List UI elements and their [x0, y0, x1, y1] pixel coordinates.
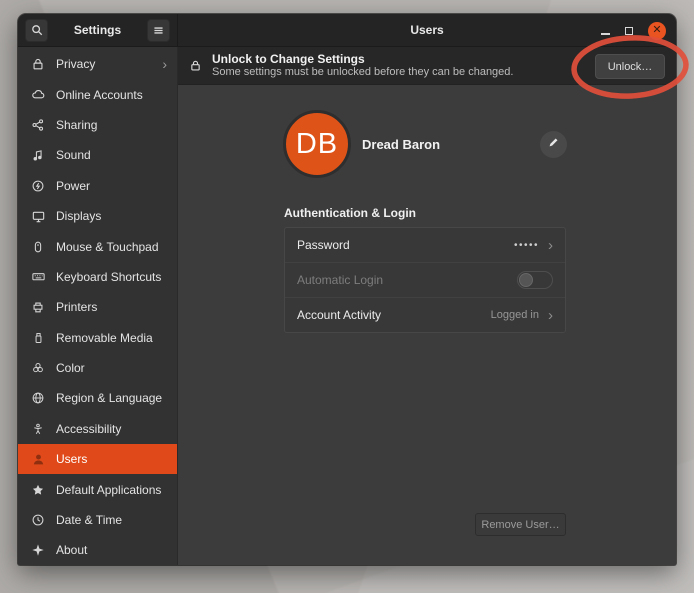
about-icon: [30, 542, 46, 558]
sidebar-item-about[interactable]: About: [18, 535, 177, 565]
headerbar: Settings Users ✕: [18, 14, 676, 47]
users-icon: [30, 451, 46, 467]
sidebar-item-users[interactable]: Users: [18, 444, 177, 474]
sidebar-item-accessibility[interactable]: Accessibility: [18, 414, 177, 444]
search-icon: [30, 23, 44, 37]
user-name: Dread Baron: [362, 137, 440, 152]
accessibility-icon: [30, 421, 46, 437]
sidebar-item-label: Accessibility: [56, 422, 167, 436]
sidebar-item-label: Removable Media: [56, 331, 167, 345]
row-accessory: Logged in ›: [491, 308, 553, 323]
sidebar-item-label: Sound: [56, 148, 167, 162]
maximize-button[interactable]: [625, 27, 633, 35]
sidebar: Privacy› Online Accounts Sharing Sound Power…: [18, 47, 178, 565]
row-value: •••••: [514, 240, 539, 251]
edit-name-button[interactable]: [540, 131, 567, 158]
auth-card: Password ••••• › Automatic Login Account Act…: [284, 227, 566, 333]
sidebar-item-label: Mouse & Touchpad: [56, 240, 167, 254]
display-icon: [30, 208, 46, 224]
sidebar-item-date-time[interactable]: Date & Time: [18, 505, 177, 535]
avatar: DB: [283, 110, 351, 178]
sidebar-item-label: Online Accounts: [56, 88, 167, 102]
row-label: Password: [297, 238, 350, 252]
sidebar-item-power[interactable]: Power: [18, 171, 177, 201]
toggle-knob: [519, 273, 533, 287]
star-icon: [30, 482, 46, 498]
printer-icon: [30, 299, 46, 315]
sidebar-item-displays[interactable]: Displays: [18, 201, 177, 231]
chevron-right-icon: ›: [548, 308, 553, 323]
sidebar-item-label: Users: [56, 452, 167, 466]
row-value: Logged in: [491, 309, 539, 321]
avatar-initials: DB: [296, 128, 338, 161]
row-label: Account Activity: [297, 308, 381, 322]
banner-subtitle: Some settings must be unlocked before th…: [212, 66, 513, 79]
close-icon: ✕: [652, 25, 661, 36]
row-accessory: ••••• ›: [514, 238, 553, 253]
auth-row-automatic-login: Automatic Login: [285, 263, 565, 298]
sidebar-list: Privacy› Online Accounts Sharing Sound Power…: [18, 49, 177, 565]
app-title: Settings: [74, 23, 121, 37]
share-icon: [30, 117, 46, 133]
sidebar-item-label: Displays: [56, 209, 167, 223]
menu-button[interactable]: [147, 19, 170, 42]
usb-icon: [30, 330, 46, 346]
lock-icon: [189, 58, 203, 74]
sidebar-item-label: Date & Time: [56, 513, 167, 527]
sidebar-item-label: Color: [56, 361, 167, 375]
auth-section-title: Authentication & Login: [284, 206, 416, 220]
sidebar-item-label: About: [56, 543, 167, 557]
chevron-right-icon: ›: [548, 238, 553, 253]
chevron-right-icon: ›: [162, 57, 167, 71]
remove-user-button[interactable]: Remove User…: [475, 513, 566, 536]
settings-window: Settings Users ✕ Privacy›Online Accounts…: [18, 14, 676, 565]
auth-row-password[interactable]: Password ••••• ›: [285, 228, 565, 263]
sidebar-item-region-language[interactable]: Region & Language: [18, 383, 177, 413]
sidebar-item-printers[interactable]: Printers: [18, 292, 177, 322]
clock-icon: [30, 512, 46, 528]
sidebar-item-online-accounts[interactable]: Online Accounts: [18, 79, 177, 109]
globe-icon: [30, 390, 46, 406]
color-icon: [30, 360, 46, 376]
sidebar-item-label: Printers: [56, 300, 167, 314]
menu-icon: [152, 24, 165, 37]
keyboard-icon: [30, 269, 46, 285]
automatic-login-toggle: [517, 271, 553, 289]
mouse-icon: [30, 239, 46, 255]
row-label: Automatic Login: [297, 273, 383, 287]
sidebar-item-keyboard-shortcuts[interactable]: Keyboard Shortcuts: [18, 262, 177, 292]
sidebar-item-sharing[interactable]: Sharing: [18, 110, 177, 140]
lock-icon: [30, 56, 46, 72]
banner-text: Unlock to Change Settings Some settings …: [212, 52, 513, 79]
auth-row-account-activity[interactable]: Account Activity Logged in ›: [285, 298, 565, 332]
sidebar-item-label: Power: [56, 179, 167, 193]
sound-icon: [30, 147, 46, 163]
sidebar-item-label: Privacy: [56, 57, 162, 71]
sidebar-item-removable-media[interactable]: Removable Media: [18, 323, 177, 353]
sidebar-item-privacy[interactable]: Privacy›: [18, 49, 177, 79]
sidebar-item-label: Keyboard Shortcuts: [56, 270, 167, 284]
sidebar-item-label: Region & Language: [56, 391, 167, 405]
headerbar-right: Users ✕: [178, 14, 676, 46]
unlock-banner: Unlock to Change Settings Some settings …: [178, 47, 676, 85]
sidebar-item-mouse-touchpad[interactable]: Mouse & Touchpad: [18, 231, 177, 261]
sidebar-item-sound[interactable]: Sound: [18, 140, 177, 170]
sidebar-item-color[interactable]: Color: [18, 353, 177, 383]
window-controls: ✕: [601, 14, 666, 47]
search-button[interactable]: [25, 19, 48, 42]
sidebar-item-label: Sharing: [56, 118, 167, 132]
row-accessory: [517, 271, 553, 289]
close-button[interactable]: ✕: [648, 22, 666, 40]
main-panel: Unlock to Change Settings Some settings …: [178, 47, 676, 565]
headerbar-left: Settings: [18, 14, 178, 46]
sidebar-item-default-applications[interactable]: Default Applications: [18, 474, 177, 504]
unlock-button[interactable]: Unlock…: [595, 54, 665, 79]
minimize-button[interactable]: [601, 33, 610, 35]
sidebar-item-label: Default Applications: [56, 483, 167, 497]
banner-title: Unlock to Change Settings: [212, 52, 513, 66]
cloud-icon: [30, 87, 46, 103]
pencil-icon: [547, 136, 560, 154]
power-icon: [30, 178, 46, 194]
